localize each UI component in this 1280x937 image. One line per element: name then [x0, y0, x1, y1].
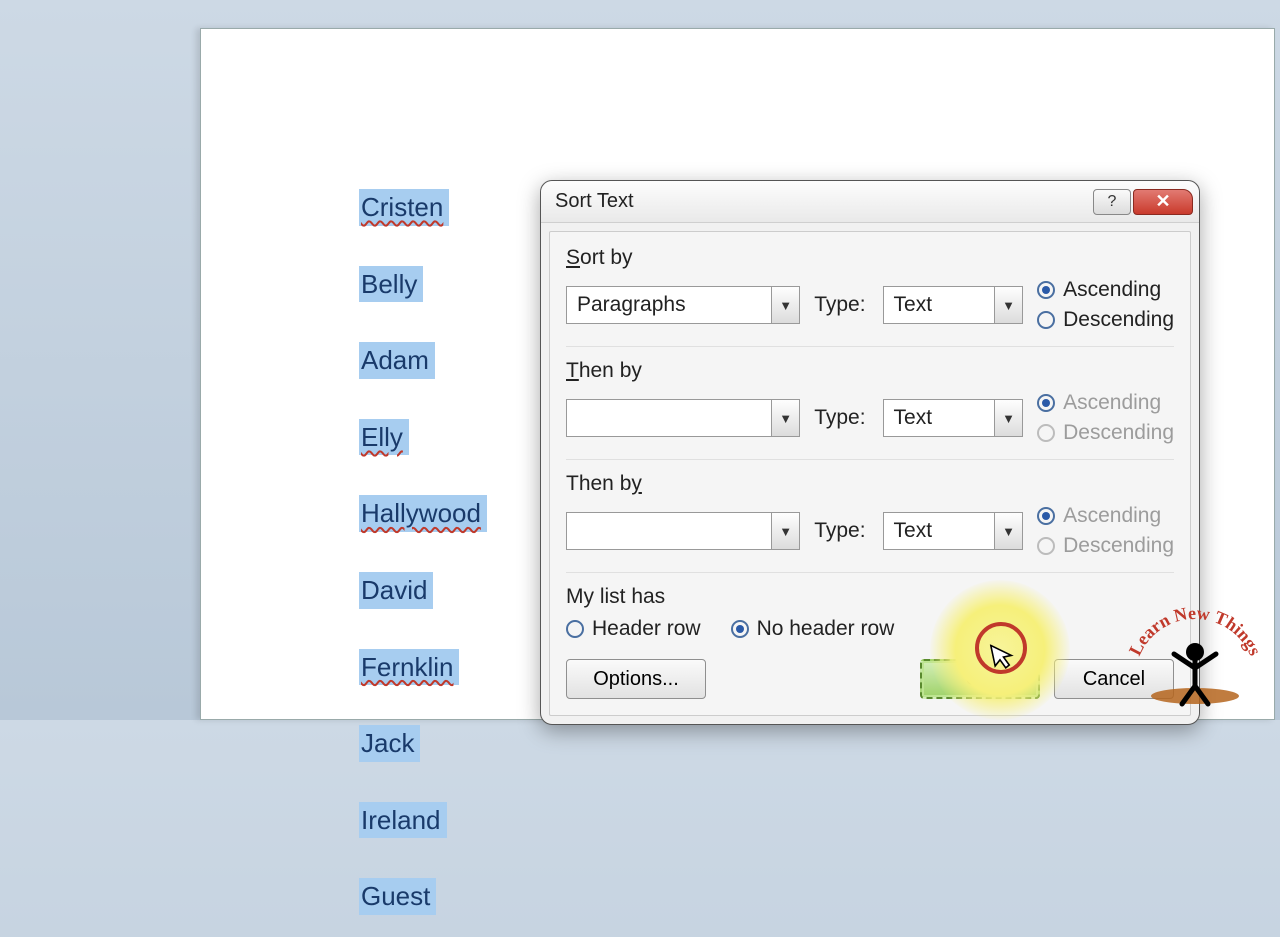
dialog-body: Sort by Paragraphs ▼ Type: Text ▼ Ascend… [549, 231, 1191, 716]
sort-by-row: Paragraphs ▼ Type: Text ▼ Ascending Desc… [566, 278, 1174, 347]
list-item: Belly [359, 266, 423, 303]
ok-button[interactable]: OK [920, 659, 1040, 699]
help-button[interactable]: ? [1093, 189, 1131, 215]
my-list-has-label: My list has [566, 585, 1174, 609]
type-dropdown-3[interactable]: Text ▼ [883, 512, 1024, 550]
chevron-down-icon: ▼ [771, 287, 799, 323]
type-label: Type: [814, 519, 868, 543]
list-item: Adam [359, 342, 435, 379]
sort-by-dropdown[interactable]: Paragraphs ▼ [566, 286, 800, 324]
chevron-down-icon: ▼ [771, 513, 799, 549]
sort-text-dialog: Sort Text ? ✕ Sort by Paragraphs ▼ Type:… [540, 180, 1200, 725]
dialog-button-row: Options... OK Cancel [566, 659, 1174, 699]
list-item: Cristen [359, 189, 449, 226]
dialog-titlebar: Sort Text ? ✕ [541, 181, 1199, 223]
list-item: Ireland [359, 802, 447, 839]
then-by-label-2: Then by [566, 472, 1174, 496]
type-label: Type: [814, 406, 868, 430]
close-button[interactable]: ✕ [1133, 189, 1193, 215]
list-item: Jack [359, 725, 420, 762]
then-by-label-1: Then by [566, 359, 1174, 383]
header-row-options: Header row No header row [566, 617, 1174, 641]
sort-by-label: Sort by [566, 246, 1174, 270]
list-item: Fernklin [359, 649, 459, 686]
no-header-row-radio[interactable]: No header row [731, 617, 895, 641]
header-row-radio[interactable]: Header row [566, 617, 701, 641]
descending-radio-3: Descending [1037, 534, 1174, 558]
ascending-radio-3[interactable]: Ascending [1037, 504, 1174, 528]
list-item: David [359, 572, 433, 609]
ascending-radio-1[interactable]: Ascending [1037, 278, 1174, 302]
then-by-dropdown-1[interactable]: ▼ [566, 399, 800, 437]
list-item: Elly [359, 419, 409, 456]
type-dropdown-2[interactable]: Text ▼ [883, 399, 1024, 437]
options-button[interactable]: Options... [566, 659, 706, 699]
list-item: Hallywood [359, 495, 487, 532]
dialog-title: Sort Text [555, 190, 1091, 213]
then-by-dropdown-2[interactable]: ▼ [566, 512, 800, 550]
list-item: Guest [359, 878, 436, 915]
descending-radio-2: Descending [1037, 421, 1174, 445]
ascending-radio-2[interactable]: Ascending [1037, 391, 1174, 415]
cancel-button[interactable]: Cancel [1054, 659, 1174, 699]
type-label: Type: [814, 293, 868, 317]
chevron-down-icon: ▼ [994, 287, 1022, 323]
chevron-down-icon: ▼ [771, 400, 799, 436]
type-dropdown-1[interactable]: Text ▼ [883, 286, 1024, 324]
descending-radio-1[interactable]: Descending [1037, 308, 1174, 332]
then-by-row-1: ▼ Type: Text ▼ Ascending Descending [566, 391, 1174, 460]
then-by-row-2: ▼ Type: Text ▼ Ascending Descending [566, 504, 1174, 573]
chevron-down-icon: ▼ [994, 513, 1022, 549]
chevron-down-icon: ▼ [994, 400, 1022, 436]
